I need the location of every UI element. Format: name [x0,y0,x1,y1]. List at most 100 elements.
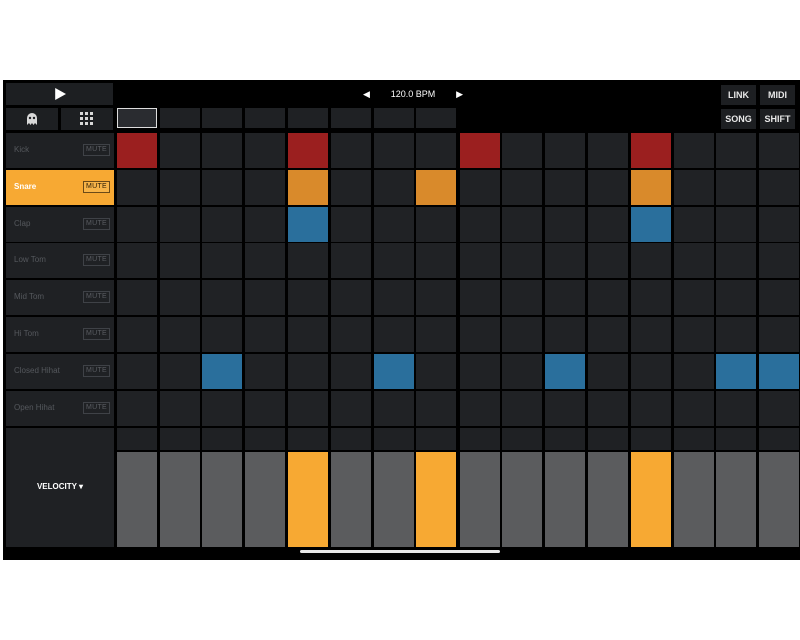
velocity-bar[interactable] [202,452,243,547]
step-cell[interactable] [587,390,628,426]
step-cell[interactable] [244,353,285,389]
step-cell[interactable] [331,280,371,316]
mute-button[interactable]: MUTE [82,180,110,193]
step-cell[interactable] [587,353,628,389]
step-cell[interactable] [416,243,457,279]
step-cell[interactable] [288,390,329,426]
step-cell[interactable] [502,133,543,168]
step-cell[interactable] [117,280,157,316]
step-cell[interactable] [631,353,672,389]
step-cell-active[interactable] [202,353,243,389]
step-cell[interactable] [288,317,329,352]
mute-button[interactable]: MUTE [82,291,110,304]
step-cell[interactable] [459,390,500,426]
link-button[interactable]: LINK [721,85,756,105]
step-cell[interactable] [373,243,414,279]
track-closed-hihat[interactable]: Closed Hihat MUTE [6,353,114,389]
step-cell-active[interactable] [716,353,757,389]
step-cell[interactable] [545,280,585,316]
tempo-label[interactable]: 120.0 BPM [391,89,436,99]
velocity-bar[interactable] [759,452,799,547]
velocity-bar[interactable] [331,452,371,547]
grid-button[interactable] [61,108,113,130]
play-button[interactable] [6,83,113,105]
velocity-bar[interactable] [373,452,414,547]
step-cell[interactable] [545,133,585,168]
step-cell[interactable] [244,133,285,168]
step-cell[interactable] [716,317,757,352]
velocity-bar[interactable] [716,452,757,547]
step-cell[interactable] [587,206,628,242]
step-cell[interactable] [459,317,500,352]
pattern-page-4[interactable] [244,108,285,128]
velocity-bar[interactable] [244,452,285,547]
step-cell[interactable] [373,317,414,352]
pattern-page-3[interactable] [202,108,243,128]
step-cell-active[interactable] [288,133,329,168]
step-cell[interactable] [716,280,757,316]
step-cell[interactable] [459,280,500,316]
velocity-bar[interactable] [416,452,457,547]
mute-button[interactable]: MUTE [82,144,110,156]
step-cell[interactable] [244,169,285,205]
step-cell[interactable] [159,206,200,242]
velocity-bar[interactable] [587,452,628,547]
track-hi-tom[interactable]: Hi Tom MUTE [6,317,114,352]
step-cell-active[interactable] [288,169,329,205]
velocity-bar[interactable] [502,452,543,547]
step-cell[interactable] [502,317,543,352]
step-cell[interactable] [759,280,799,316]
step-cell[interactable] [159,353,200,389]
pattern-page-5[interactable] [288,108,329,128]
step-cell[interactable] [117,243,157,279]
step-cell[interactable] [288,243,329,279]
step-cell[interactable] [202,243,243,279]
step-cell[interactable] [416,353,457,389]
step-cell[interactable] [502,206,543,242]
step-cell-active[interactable] [288,206,329,242]
step-cell-active[interactable] [759,353,799,389]
step-cell[interactable] [716,243,757,279]
step-cell[interactable] [202,280,243,316]
step-cell[interactable] [331,169,371,205]
tempo-down-icon[interactable]: ◀ [363,89,370,100]
step-cell[interactable] [631,243,672,279]
step-cell[interactable] [373,169,414,205]
step-cell-active[interactable] [631,133,672,168]
step-cell[interactable] [759,390,799,426]
pattern-page-7[interactable] [373,108,414,128]
velocity-bar[interactable] [117,452,157,547]
step-cell[interactable] [545,243,585,279]
velocity-bar[interactable] [159,452,200,547]
step-cell[interactable] [545,169,585,205]
step-cell[interactable] [331,133,371,168]
velocity-bar[interactable] [288,452,329,547]
velocity-bar[interactable] [673,452,714,547]
step-cell[interactable] [545,390,585,426]
step-cell[interactable] [288,353,329,389]
step-cell[interactable] [759,133,799,168]
pattern-page-8[interactable] [416,108,457,128]
step-cell[interactable] [716,206,757,242]
step-cell[interactable] [631,390,672,426]
step-cell[interactable] [459,206,500,242]
step-cell-active[interactable] [459,133,500,168]
mute-button[interactable]: MUTE [82,254,110,267]
track-mid-tom[interactable]: Mid Tom MUTE [6,280,114,316]
midi-button[interactable]: MIDI [760,85,795,105]
step-cell[interactable] [373,390,414,426]
step-cell[interactable] [502,169,543,205]
step-cell[interactable] [673,317,714,352]
step-cell[interactable] [117,353,157,389]
step-cell[interactable] [587,317,628,352]
velocity-bar[interactable] [459,452,500,547]
pattern-page-6[interactable] [331,108,371,128]
step-cell[interactable] [373,280,414,316]
step-cell[interactable] [159,133,200,168]
step-cell[interactable] [502,390,543,426]
step-cell[interactable] [459,169,500,205]
step-cell[interactable] [416,390,457,426]
step-cell-active[interactable] [373,353,414,389]
step-cell[interactable] [117,169,157,205]
step-cell[interactable] [117,390,157,426]
